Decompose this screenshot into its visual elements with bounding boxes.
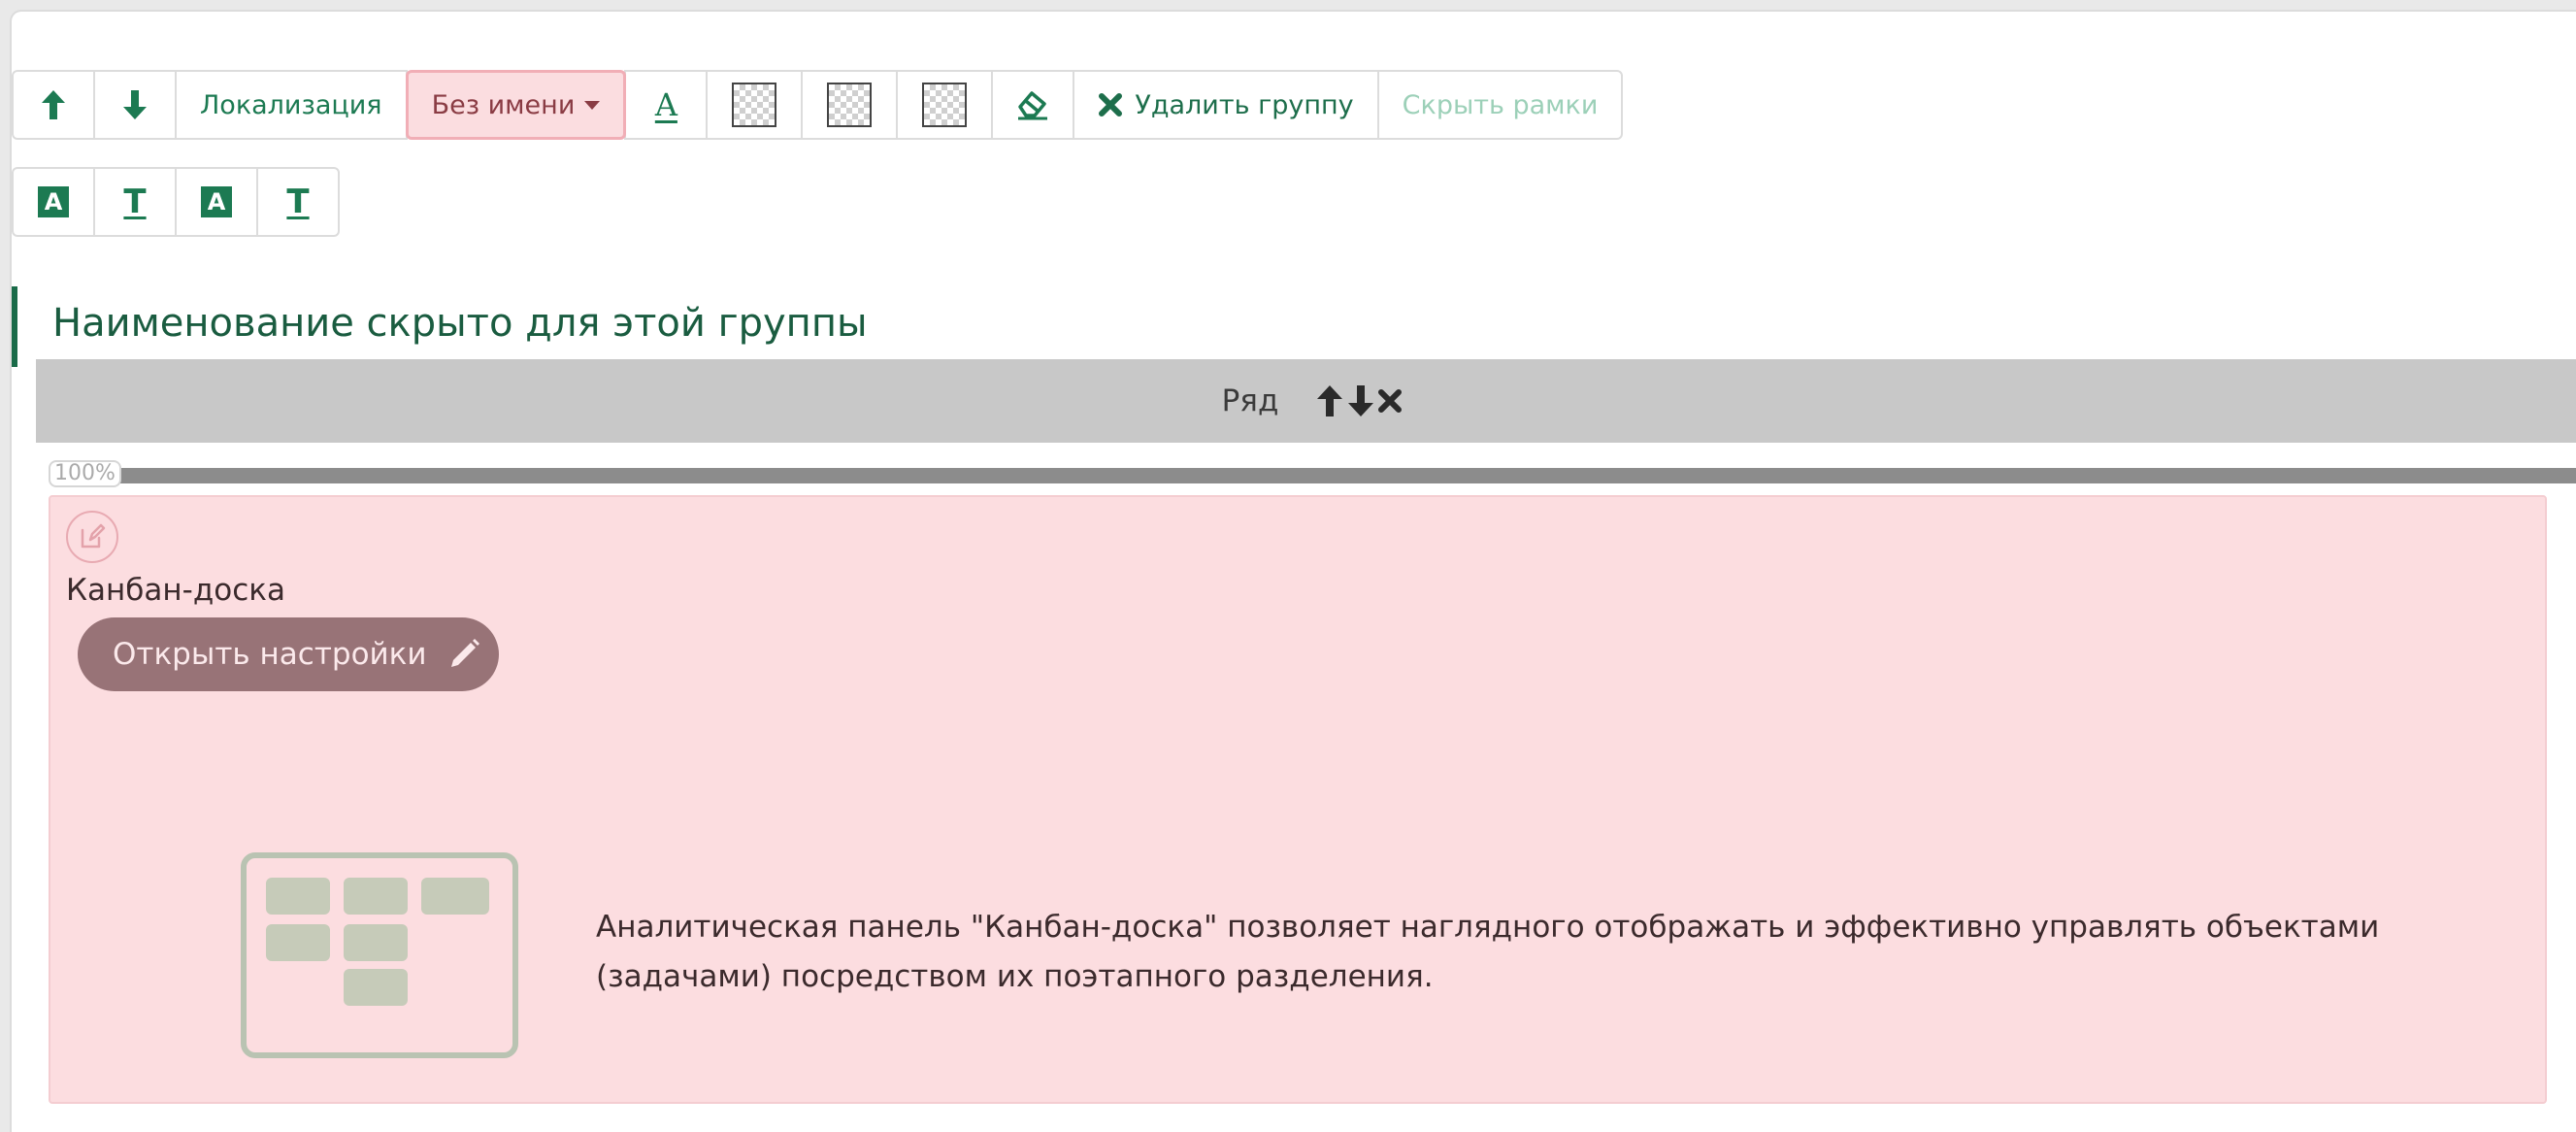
background-color-button[interactable]: [706, 70, 804, 140]
name-dropdown[interactable]: Без имени: [405, 70, 627, 140]
widget-description: Аналитическая панель "Канбан-доска" позв…: [596, 910, 2380, 994]
group-title: Наименование скрыто для этой группы: [52, 301, 868, 346]
caret-down-icon: [584, 100, 601, 110]
content-font-color-button[interactable]: A: [175, 167, 258, 237]
column-width-bar[interactable]: 100%: [49, 460, 2576, 489]
group-toolbar: Локализация Без имени A Удалить группу С…: [12, 70, 1624, 140]
hide-frames-label: Скрыть рамки: [1402, 89, 1599, 120]
localization-button[interactable]: Локализация: [175, 70, 408, 140]
localization-label: Локализация: [200, 89, 382, 120]
title-font-color-button[interactable]: A: [12, 167, 95, 237]
name-dropdown-label: Без имени: [431, 89, 576, 120]
arrow-up-icon: [42, 90, 65, 119]
title-text-format-button[interactable]: T: [93, 167, 177, 237]
row-move-up-icon[interactable]: [1315, 383, 1344, 418]
edit-widget-button[interactable]: [66, 511, 118, 563]
header-color-button[interactable]: [896, 70, 994, 140]
hide-frames-button[interactable]: Скрыть рамки: [1376, 70, 1624, 140]
group-title-accent: [12, 286, 17, 367]
text-format-icon: T: [286, 183, 310, 221]
title-style-toolbar: A T A T: [12, 167, 340, 237]
transparent-swatch-icon: [922, 83, 968, 127]
pencil-icon: [450, 639, 479, 667]
open-settings-button[interactable]: Открыть настройки: [78, 617, 499, 691]
clear-styles-button[interactable]: [991, 70, 1075, 140]
text-format-icon: T: [123, 183, 147, 221]
page-frame: Локализация Без имени A Удалить группу С…: [10, 10, 2576, 1132]
move-up-button[interactable]: [12, 70, 95, 140]
row-label: Ряд: [1221, 383, 1279, 418]
font-color-box-icon: A: [38, 186, 69, 217]
row-actions: [1315, 383, 1403, 418]
text-color-icon: A: [654, 86, 677, 123]
text-color-button[interactable]: A: [624, 70, 709, 140]
delete-group-button[interactable]: Удалить группу: [1073, 70, 1379, 140]
row-header: Ряд: [36, 359, 2576, 443]
content-text-format-button[interactable]: T: [256, 167, 340, 237]
arrow-down-icon: [123, 90, 147, 119]
close-icon: [1099, 93, 1123, 117]
widget-name: Канбан-доска: [66, 573, 286, 608]
open-settings-label: Открыть настройки: [113, 637, 427, 672]
transparent-swatch-icon: [827, 83, 873, 127]
eraser-icon: [1018, 91, 1048, 120]
transparent-swatch-icon: [732, 83, 777, 127]
border-color-button[interactable]: [801, 70, 899, 140]
kanban-board-illustration: [241, 852, 518, 1058]
delete-group-label: Удалить группу: [1135, 89, 1354, 120]
kanban-widget-card: Канбан-доска Открыть настройки Аналитиче…: [49, 495, 2547, 1104]
column-width-label: 100%: [49, 460, 121, 487]
row-delete-icon[interactable]: [1377, 388, 1403, 414]
column-width-track[interactable]: [120, 468, 2576, 483]
edit-icon: [81, 523, 106, 549]
font-color-box-icon: A: [201, 186, 232, 217]
move-down-button[interactable]: [93, 70, 177, 140]
row-move-down-icon[interactable]: [1346, 383, 1375, 418]
